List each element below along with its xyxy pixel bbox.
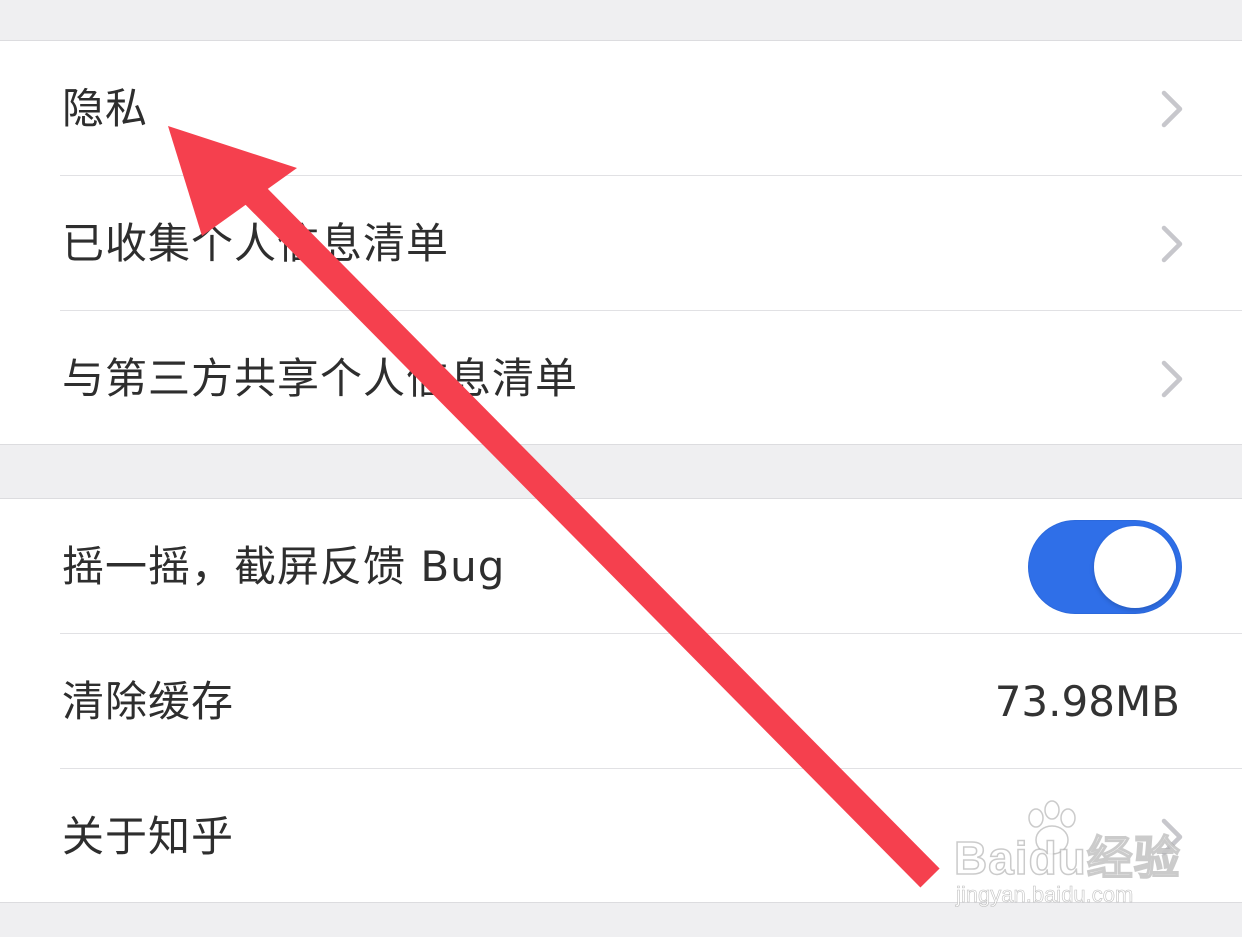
privacy-row[interactable]: 隐私 bbox=[0, 41, 1242, 176]
chevron-right-icon bbox=[1161, 818, 1183, 855]
toggle-knob bbox=[1094, 525, 1176, 608]
cache-size-value: 73.98MB bbox=[994, 677, 1180, 726]
collected-personal-info-row[interactable]: 已收集个人信息清单 bbox=[0, 176, 1242, 311]
general-settings-group: 摇一摇，截屏反馈 Bug 清除缓存 73.98MB 关于知乎 bbox=[0, 498, 1242, 903]
clear-cache-row[interactable]: 清除缓存 73.98MB bbox=[0, 634, 1242, 769]
collected-personal-info-label: 已收集个人信息清单 bbox=[62, 219, 450, 268]
privacy-label: 隐私 bbox=[62, 84, 149, 133]
third-party-sharing-label: 与第三方共享个人信息清单 bbox=[62, 354, 579, 403]
clear-cache-label: 清除缓存 bbox=[62, 677, 235, 726]
chevron-right-icon bbox=[1161, 225, 1183, 262]
privacy-settings-group: 隐私 已收集个人信息清单 与第三方共享个人信息清单 bbox=[0, 40, 1242, 445]
shake-feedback-label: 摇一摇，截屏反馈 Bug bbox=[62, 542, 506, 591]
shake-feedback-row: 摇一摇，截屏反馈 Bug bbox=[0, 499, 1242, 634]
shake-feedback-toggle[interactable] bbox=[1028, 519, 1182, 614]
third-party-sharing-row[interactable]: 与第三方共享个人信息清单 bbox=[0, 311, 1242, 446]
chevron-right-icon bbox=[1161, 360, 1183, 397]
about-zhihu-row[interactable]: 关于知乎 bbox=[0, 769, 1242, 904]
about-zhihu-label: 关于知乎 bbox=[62, 812, 235, 861]
chevron-right-icon bbox=[1161, 90, 1183, 127]
